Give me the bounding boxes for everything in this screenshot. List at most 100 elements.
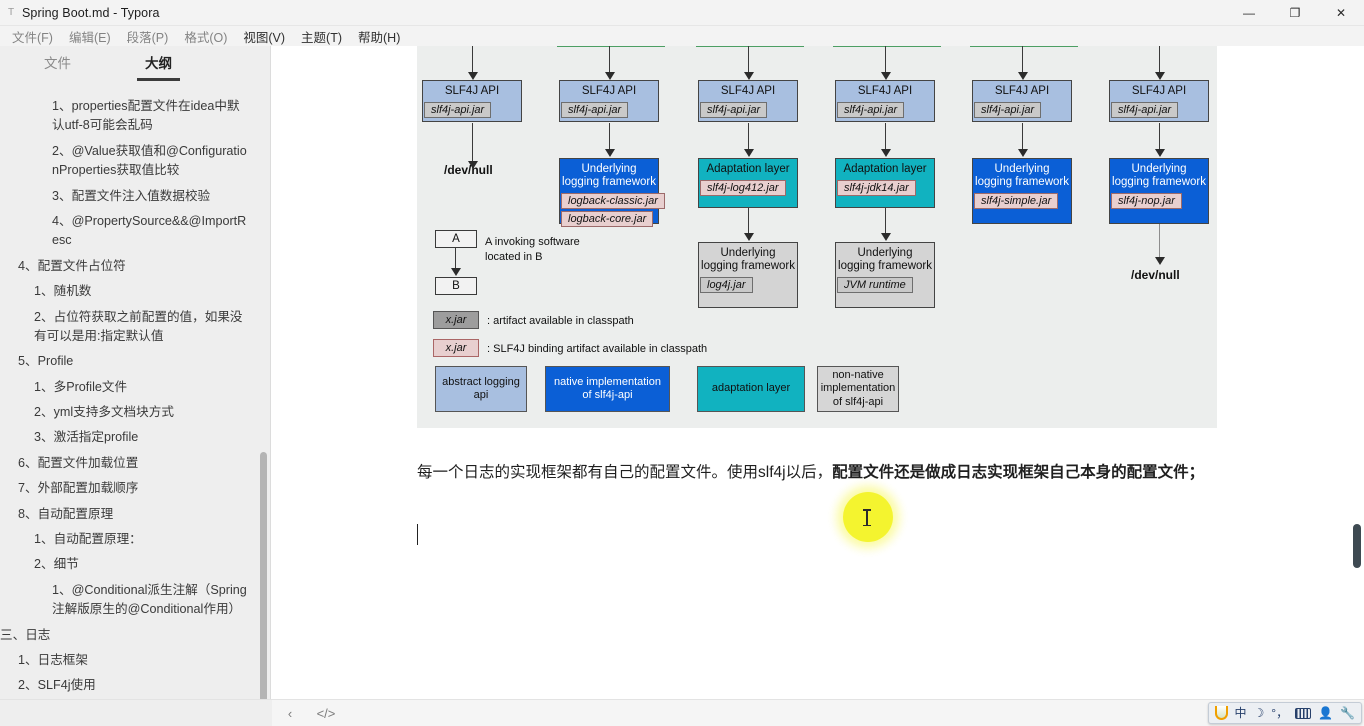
diagram-node-underlying-framework: Underlying logging framework JVM runtime [835, 242, 935, 308]
diagram-key-swatch: non-native implementation of slf4j-api [817, 366, 899, 412]
diagram-node-slf4j-api: SLF4J API slf4j-api.jar [422, 80, 522, 122]
diagram-node-jar: logback-core.jar [561, 211, 654, 228]
document-body: SLF4J API slf4j-api.jar/dev/null SLF4J API… [272, 46, 1364, 545]
diagram-node-title: SLF4J API [444, 85, 500, 97]
diagram-node-title: Underlying logging framework [975, 163, 1069, 189]
outline-item[interactable]: 1、日志框架 [0, 648, 262, 673]
outline-item[interactable]: 2、@Value获取值和@ConfigurationProperties获取值比… [0, 139, 262, 184]
diagram-legend-artifact-text: : artifact available in classpath [487, 315, 634, 327]
diagram-node-adaptation-layer: Adaptation layer slf4j-jdk14.jar [835, 158, 935, 208]
ime-toolbar[interactable]: 中 ☽ °， 👤 🔧 [1207, 702, 1362, 724]
menu-file[interactable]: 文件(F) [4, 25, 61, 48]
outline-item[interactable]: 3、配置文件注入值数据校验 [0, 184, 262, 209]
diagram-connector-line [885, 208, 886, 234]
outline-item[interactable]: 1、properties配置文件在idea中默认utf-8可能会乱码 [0, 94, 262, 139]
slf4j-binding-diagram: SLF4J API slf4j-api.jar/dev/null SLF4J API… [417, 46, 1217, 428]
diagram-arrowhead [1154, 72, 1165, 80]
diagram-legend-invoke-text: A invoking software located in B [485, 236, 580, 263]
diagram-node-slf4j-api: SLF4J API slf4j-api.jar [559, 80, 659, 122]
outline-item[interactable]: 1、随机数 [0, 279, 262, 304]
tab-active-underline [137, 78, 180, 81]
outline-item[interactable]: 1、@Conditional派生注解（Spring注解版原生的@Conditio… [0, 578, 262, 623]
diagram-arrowhead [467, 72, 478, 80]
app-icon: T [7, 7, 15, 18]
menu-theme[interactable]: 主题(T) [293, 25, 350, 48]
menu-paragraph[interactable]: 段落(P) [119, 25, 177, 48]
diagram-node-title: SLF4J API [720, 85, 776, 97]
outline-item[interactable]: 8、自动配置原理 [0, 502, 262, 527]
outline-item[interactable]: 7、外部配置加载顺序 [0, 476, 262, 501]
diagram-top-line [833, 46, 941, 47]
diagram-arrowhead [880, 72, 891, 80]
menu-view[interactable]: 视图(V) [235, 25, 293, 48]
outline-item[interactable]: 2、yml支持多文档块方式 [0, 400, 262, 425]
diagram-top-line [696, 46, 804, 47]
diagram-key-label: adaptation layer [711, 382, 791, 395]
diagram-node-slf4j-api: SLF4J API slf4j-api.jar [698, 80, 798, 122]
sidebar-scrollbar-thumb[interactable] [260, 452, 267, 699]
document-scrollbar-thumb[interactable] [1353, 524, 1361, 568]
sidebar-tabs: 文件 大纲 [0, 46, 270, 81]
minimize-button[interactable]: — [1226, 0, 1272, 26]
ime-tools-icon[interactable]: 🔧 [1340, 707, 1355, 719]
editor-pane[interactable]: SLF4J API slf4j-api.jar/dev/null SLF4J API… [272, 46, 1364, 699]
diagram-key-swatch: native implementation of slf4j-api [545, 366, 670, 412]
outline-item[interactable]: 1、多Profile文件 [0, 375, 262, 400]
outline-item[interactable]: 三、日志 [0, 623, 262, 648]
diagram-node-slf4j-api: SLF4J API slf4j-api.jar [835, 80, 935, 122]
close-button[interactable]: ✕ [1318, 0, 1364, 26]
diagram-node-title: Underlying logging framework [1112, 163, 1206, 189]
menu-help[interactable]: 帮助(H) [350, 25, 408, 48]
outline-item[interactable]: 5、Profile [0, 349, 262, 374]
menu-bar: 文件(F) 编辑(E) 段落(P) 格式(O) 视图(V) 主题(T) 帮助(H… [0, 26, 1364, 46]
diagram-arrowhead [604, 149, 615, 157]
outline-item[interactable]: 3、激活指定profile [0, 425, 262, 450]
ime-mode-chinese[interactable]: 中 [1235, 707, 1247, 719]
menu-edit[interactable]: 编辑(E) [61, 25, 119, 48]
tab-files[interactable]: 文件 [44, 52, 71, 72]
diagram-legend-binding-jar: x.jar [433, 339, 479, 357]
diagram-key-label: non-native implementation of slf4j-api [820, 369, 896, 408]
diagram-key-swatch: abstract logging api [435, 366, 527, 412]
outline-item[interactable]: 2、占位符获取之前配置的值，如果没有可以是用:指定默认值 [0, 305, 262, 350]
diagram-arrowhead [743, 149, 754, 157]
diagram-arrowhead [880, 149, 891, 157]
diagram-connector-line [472, 123, 473, 162]
tab-outline[interactable]: 大纲 [137, 52, 180, 81]
outline-item[interactable]: 4、配置文件占位符 [0, 254, 262, 279]
title-bar: T Spring Boot.md - Typora — ❐ ✕ [0, 0, 1364, 26]
cursor-highlight [843, 492, 893, 542]
diagram-node-title: Adaptation layer [706, 163, 790, 175]
diagram-node-jar: slf4j-api.jar [561, 102, 629, 119]
ime-keyboard-icon[interactable] [1295, 707, 1312, 719]
outline-item[interactable]: 4、@PropertySource&&@ImportResc [0, 209, 262, 254]
diagram-connector-line [748, 123, 749, 150]
ime-user-icon[interactable]: 👤 [1318, 707, 1333, 719]
diagram-node-jar: slf4j-api.jar [700, 102, 768, 119]
diagram-connector-line [885, 123, 886, 150]
collapse-sidebar-icon[interactable]: ‹ [280, 706, 300, 721]
menu-format[interactable]: 格式(O) [176, 25, 235, 48]
diagram-node-jar: slf4j-api.jar [837, 102, 905, 119]
outline-item[interactable]: 2、SLF4j使用 [0, 673, 262, 698]
source-code-mode-icon[interactable]: </> [316, 706, 336, 721]
outline-item[interactable]: 6、配置文件加载位置 [0, 451, 262, 476]
diagram-connector-line [1022, 123, 1023, 150]
diagram-node-underlying-framework: Underlying logging framework slf4j-simple… [972, 158, 1072, 224]
diagram-node-title: Underlying logging framework [562, 163, 656, 189]
status-bar: ‹ </> [272, 699, 1364, 726]
diagram-devnull-label: /dev/null [1131, 268, 1180, 282]
maximize-button[interactable]: ❐ [1272, 0, 1318, 26]
outline-item[interactable]: 2、细节 [0, 552, 262, 577]
diagram-node-jar: slf4j-nop.jar [1111, 193, 1182, 210]
diagram-connector-line [1159, 224, 1160, 258]
diagram-arrowhead [1017, 149, 1028, 157]
outline-item[interactable]: 1、自动配置原理： [0, 527, 262, 552]
ime-moon-icon[interactable]: ☽ [1254, 707, 1265, 719]
diagram-node-underlying-framework: Underlying logging framework log4j.jar [698, 242, 798, 308]
diagram-legend-arrowhead [450, 268, 461, 276]
diagram-node-underlying-framework: Underlying logging framework slf4j-nop.ja… [1109, 158, 1209, 224]
diagram-key-label: native implementation of slf4j-api [553, 375, 661, 401]
ime-punctuation-icon[interactable]: °， [1271, 707, 1288, 719]
diagram-key-swatch: adaptation layer [697, 366, 805, 412]
